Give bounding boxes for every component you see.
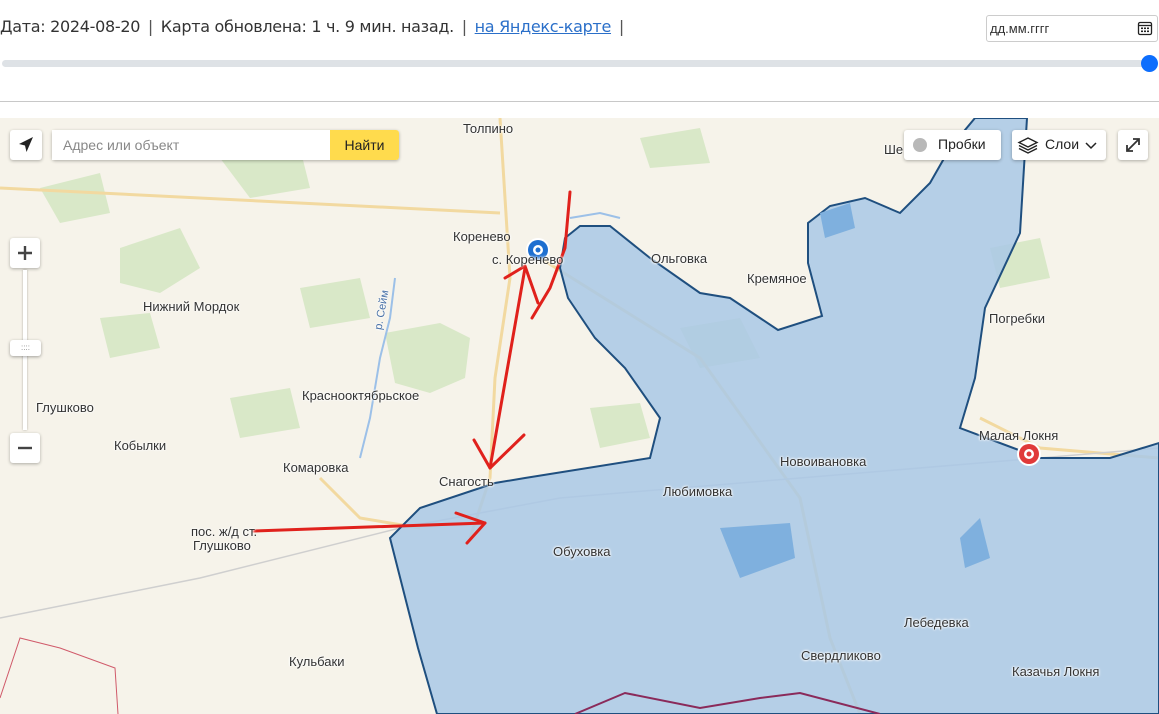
zoom-out-button[interactable]	[10, 433, 40, 463]
place-label: Ольговка	[651, 251, 708, 266]
marker-red[interactable]	[1017, 442, 1041, 466]
place-label: с. Коренево	[492, 252, 564, 267]
chevron-down-icon	[1085, 142, 1097, 150]
place-label: Кульбаки	[289, 654, 345, 669]
layers-icon	[1017, 137, 1039, 154]
region-border	[0, 637, 119, 714]
place-label: Погребки	[989, 311, 1046, 326]
date-text: Дата: 2024-08-20	[0, 17, 141, 36]
yandex-map-link[interactable]: на Яндекс-карте	[475, 17, 612, 36]
place-label: Глушково	[36, 400, 94, 415]
zoom-out-icon	[18, 446, 32, 450]
zoom-in-button[interactable]	[10, 238, 40, 268]
traffic-icon	[913, 138, 927, 152]
place-label: Новоивановка	[780, 454, 867, 469]
separator: |	[461, 17, 467, 36]
search-button[interactable]: Найти	[330, 130, 399, 160]
date-placeholder: дд.мм.гггг	[990, 21, 1050, 36]
place-label: пос. ж/д ст.	[191, 524, 258, 539]
place-label: Краснооктябрьское	[302, 388, 420, 403]
place-label: Лебедевка	[904, 615, 969, 630]
place-label: Нижний Мордок	[143, 299, 240, 314]
search-input[interactable]	[52, 130, 330, 160]
place-label: Толпино	[463, 121, 514, 136]
place-label: Снагость	[439, 474, 494, 489]
fullscreen-button[interactable]	[1118, 130, 1148, 160]
calendar-icon[interactable]	[1137, 20, 1153, 36]
date-input[interactable]: дд.мм.гггг	[986, 15, 1158, 42]
traffic-label: Пробки	[938, 136, 986, 152]
map-canvas	[0, 118, 1159, 714]
place-label: Комаровка	[283, 460, 349, 475]
divider	[0, 101, 1159, 102]
locate-button[interactable]	[10, 130, 42, 160]
place-label: Кремяное	[747, 271, 807, 286]
slider-track[interactable]	[2, 60, 1152, 67]
place-label: Казачья Локня	[1012, 664, 1100, 679]
zoom-in-icon	[18, 246, 32, 260]
separator: |	[147, 17, 153, 36]
timeline-slider[interactable]	[0, 55, 1159, 72]
locate-arrow-icon	[19, 137, 33, 152]
place-label: Обуховка	[553, 544, 611, 559]
map-viewport[interactable]: Толпино Ше Коренево с. Коренево Ольговка…	[0, 118, 1159, 714]
traffic-button[interactable]: Пробки	[904, 130, 1001, 160]
zoom-handle[interactable]: ::::	[10, 340, 41, 356]
info-line: Дата: 2024-08-20 | Карта обновлена: 1 ч.…	[0, 17, 627, 36]
updated-text: Карта обновлена: 1 ч. 9 мин. назад.	[160, 17, 454, 36]
place-label: Малая Локня	[979, 428, 1059, 443]
layers-label: Слои	[1045, 136, 1080, 152]
place-label: Любимовка	[663, 484, 733, 499]
layers-button[interactable]: Слои	[1012, 130, 1106, 160]
place-label: Кобылки	[114, 438, 167, 453]
separator: |	[618, 17, 624, 36]
fullscreen-icon	[1126, 138, 1140, 152]
search-box[interactable]: Найти	[52, 130, 399, 160]
place-label: Свердликово	[801, 648, 881, 663]
place-label: Коренево	[453, 229, 511, 244]
place-label: Ше	[884, 142, 904, 157]
top-bar: Дата: 2024-08-20 | Карта обновлена: 1 ч.…	[0, 0, 1159, 56]
place-label: Глушково	[193, 538, 251, 553]
slider-thumb[interactable]	[1141, 55, 1158, 72]
